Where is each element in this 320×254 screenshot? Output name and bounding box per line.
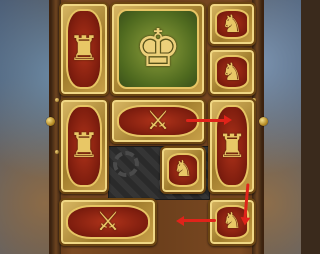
soldier-head-icon: ♞ bbox=[221, 58, 243, 86]
terracotta-soldier-icon: ♜ bbox=[68, 29, 100, 69]
tile-left-mid[interactable]: ♜ bbox=[59, 98, 109, 194]
tile-general[interactable]: ♚ bbox=[110, 2, 206, 96]
terracotta-soldier-icon: ♜ bbox=[217, 127, 247, 165]
sword-soldier-icon: ⚔ bbox=[146, 106, 170, 136]
tile-center-small[interactable]: ♞ bbox=[160, 146, 206, 194]
general-warrior-icon: ♚ bbox=[134, 19, 182, 79]
gear-icon bbox=[113, 151, 139, 177]
soldier-head-icon: ♞ bbox=[222, 209, 242, 234]
sword-soldier-icon: ⚔ bbox=[96, 207, 120, 237]
soldier-head-icon: ♞ bbox=[221, 10, 243, 38]
soldier-head-icon: ♞ bbox=[173, 157, 193, 182]
right-pin-icon bbox=[259, 117, 268, 126]
tile-right-top-1[interactable]: ♞ bbox=[208, 2, 256, 46]
tile-bottom-horizontal[interactable]: ⚔ bbox=[59, 198, 157, 246]
hint-arrow-left-icon bbox=[182, 219, 216, 222]
terracotta-soldier-icon: ♜ bbox=[68, 126, 100, 166]
tile-left-top[interactable]: ♜ bbox=[59, 2, 109, 96]
hint-arrow-right-icon bbox=[186, 115, 232, 125]
tile-right-mid[interactable]: ♜ bbox=[208, 98, 256, 194]
left-pin-icon bbox=[46, 117, 55, 126]
tile-right-top-2[interactable]: ♞ bbox=[208, 48, 256, 96]
